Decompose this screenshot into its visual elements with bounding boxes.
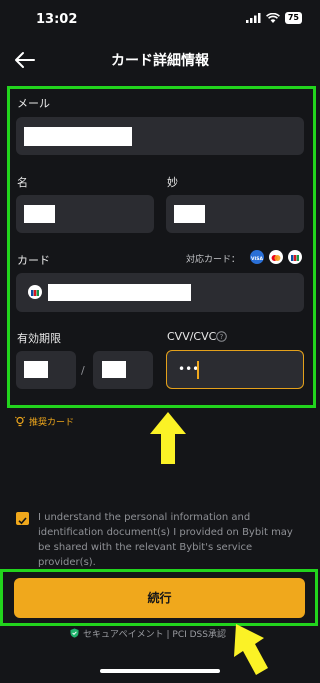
card-label: カード <box>17 254 50 267</box>
svg-text:?: ? <box>220 333 224 341</box>
last-name-field[interactable] <box>166 195 304 233</box>
first-name-label: 名 <box>17 176 28 189</box>
page-title: カード詳細情報 <box>111 53 209 69</box>
expiry-separator: / <box>81 364 85 377</box>
consent-checkbox[interactable] <box>16 512 29 525</box>
expiry-month-redaction <box>24 361 48 378</box>
supported-cards-label: 対応カード： <box>186 255 241 265</box>
expiry-month-field[interactable] <box>16 351 76 389</box>
help-icon[interactable]: ? <box>216 331 227 342</box>
card-number-field[interactable] <box>16 273 304 312</box>
card-brand-icon <box>28 285 42 299</box>
cvv-field[interactable]: ••• <box>166 350 304 389</box>
svg-text:VISA: VISA <box>251 256 263 262</box>
status-bar: 13:02 75 <box>0 0 320 40</box>
lightbulb-icon <box>15 416 25 427</box>
first-name-redaction <box>24 205 55 223</box>
mastercard-icon <box>269 250 283 264</box>
nav-bar: カード詳細情報 <box>0 44 320 76</box>
wifi-icon <box>265 13 280 23</box>
last-name-label: 妙 <box>167 176 178 189</box>
status-icons: 75 <box>245 12 302 24</box>
last-name-redaction <box>174 205 205 223</box>
annotation-arrow-diagonal <box>234 624 268 675</box>
card-number-redaction <box>48 284 191 301</box>
expiry-label: 有効期限 <box>17 332 61 345</box>
cvv-label: CVV/CVC <box>167 330 217 343</box>
expiry-year-field[interactable] <box>93 351 153 389</box>
expiry-year-redaction <box>102 361 126 378</box>
continue-button[interactable]: 続行 <box>14 578 305 618</box>
first-name-field[interactable] <box>16 195 154 233</box>
recommended-card-link[interactable]: 推奨カード <box>29 415 74 428</box>
annotation-arrow-up <box>150 412 186 464</box>
secure-payment-note: セキュアペイメント | PCI DSS承認 <box>83 630 226 640</box>
battery-indicator: 75 <box>284 12 302 24</box>
jcb-icon <box>288 250 302 264</box>
shield-icon <box>70 628 79 638</box>
status-time: 13:02 <box>36 12 78 27</box>
home-indicator <box>100 669 220 673</box>
email-redaction <box>24 127 132 146</box>
consent-text: I understand the personal information an… <box>38 512 293 568</box>
email-field[interactable] <box>16 117 304 155</box>
visa-icon: VISA <box>250 250 264 264</box>
text-cursor <box>197 361 199 379</box>
email-label: メール <box>17 97 50 110</box>
signal-icon <box>245 13 261 23</box>
